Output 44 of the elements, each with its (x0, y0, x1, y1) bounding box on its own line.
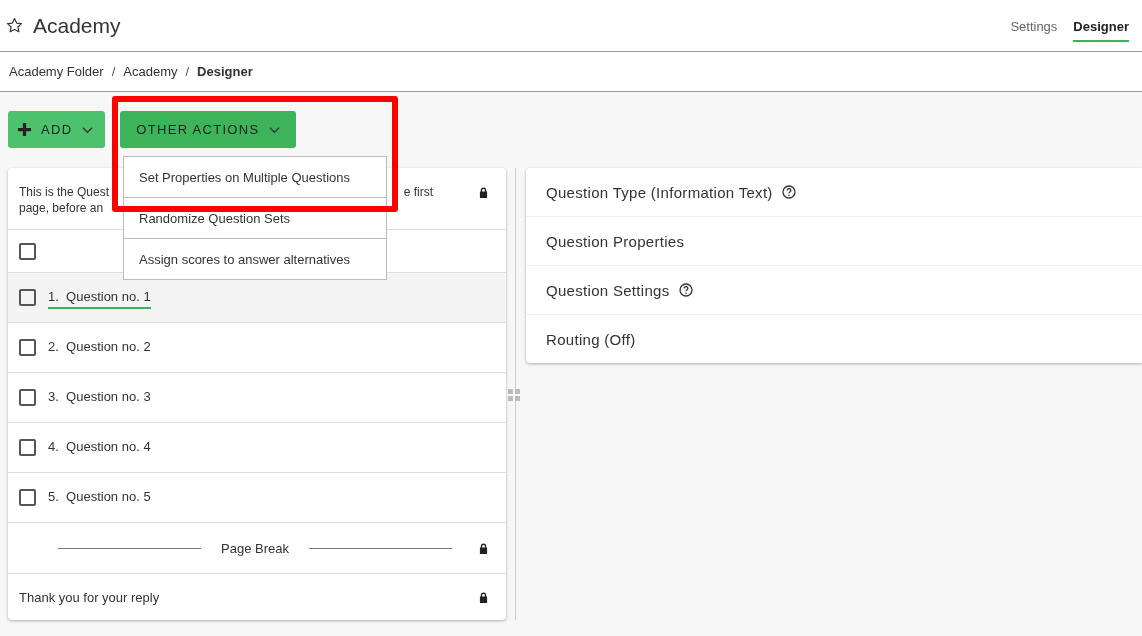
breadcrumb-link[interactable]: Academy (123, 64, 178, 79)
intro-text: page, before an (19, 200, 105, 216)
end-text: Thank you for your reply (19, 589, 160, 605)
plus-icon (18, 123, 31, 136)
select-all-checkbox[interactable] (19, 242, 36, 260)
page-title: Academy (33, 13, 121, 38)
question-label: 3. Question no. 3 (48, 388, 151, 406)
question-row[interactable]: 3. Question no. 3 (8, 373, 506, 423)
nav-tab[interactable]: Settings (1010, 13, 1058, 42)
menu-item[interactable]: Randomize Question Sets (124, 198, 386, 239)
question-row[interactable]: 4. Question no. 4 (8, 423, 506, 473)
properties-section[interactable]: Question Type (Information Text) (526, 168, 1142, 217)
help-icon[interactable] (781, 185, 796, 199)
chevron-down-icon (269, 125, 281, 134)
other-actions-button[interactable]: OTHER ACTIONS (120, 111, 297, 148)
breadcrumb-separator: / (111, 64, 116, 79)
question-label: 2. Question no. 2 (48, 338, 151, 356)
current-page-label: Designer (197, 64, 253, 79)
star-icon[interactable] (6, 17, 23, 34)
intro-text: This is the Quest (19, 184, 110, 200)
help-icon[interactable] (678, 283, 693, 297)
intro-text: e first (403, 184, 433, 200)
properties-section[interactable]: Question Settings (526, 266, 1142, 315)
question-checkbox[interactable] (19, 289, 36, 306)
breadcrumb-separator: / (185, 64, 190, 79)
question-label: 4. Question no. 4 (48, 438, 151, 456)
properties-section[interactable]: Routing (Off) (526, 315, 1142, 363)
chevron-down-icon (82, 125, 94, 134)
question-checkbox[interactable] (19, 389, 36, 406)
properties-section[interactable]: Question Properties (526, 217, 1142, 266)
question-checkbox[interactable] (19, 339, 36, 356)
page-break-label: Page Break (221, 540, 289, 556)
nav-tab[interactable]: Designer (1073, 13, 1129, 42)
question-label: 5. Question no. 5 (48, 488, 151, 506)
question-checkbox[interactable] (19, 439, 36, 456)
breadcrumb-link[interactable]: Academy Folder (9, 64, 104, 79)
add-button[interactable]: ADD (8, 111, 106, 148)
question-row[interactable]: 5. Question no. 5 (8, 473, 506, 523)
drag-handle-icon[interactable] (508, 389, 520, 401)
question-row[interactable]: 1. Question no. 1 (8, 273, 506, 323)
menu-item[interactable]: Set Properties on Multiple Questions (124, 157, 386, 198)
question-label: 1. Question no. 1 (48, 286, 151, 309)
question-checkbox[interactable] (19, 489, 36, 506)
question-row[interactable]: 2. Question no. 2 (8, 323, 506, 373)
